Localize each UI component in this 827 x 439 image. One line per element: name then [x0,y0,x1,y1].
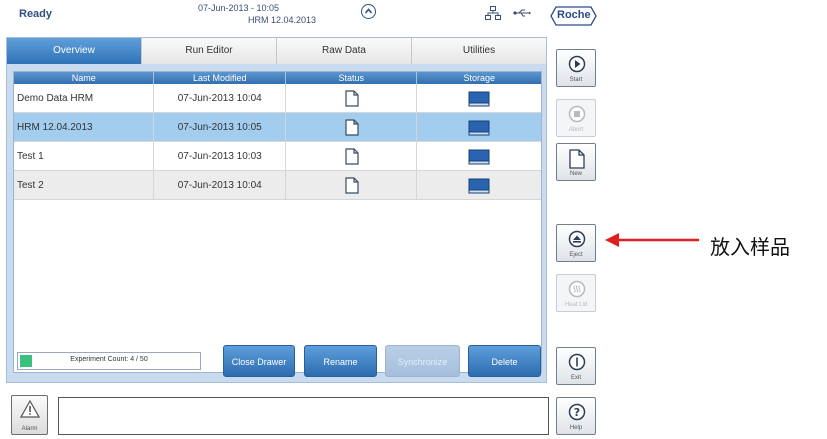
experiment-table: Name Last Modified Status Storage Demo D… [13,71,542,373]
rename-button[interactable]: Rename [304,345,377,377]
datetime-text: 07-Jun-2013 - 10:05 [198,3,280,13]
experiment-count-bar: Experiment Count: 4 / 50 [17,352,201,370]
close-drawer-button[interactable]: Close Drawer [223,345,295,377]
main-panel: Overview Run Editor Raw Data Utilities N… [6,37,547,383]
eject-label: Eject [569,252,583,258]
power-icon [568,353,586,371]
book-icon [468,91,490,107]
experiment-count-label: Experiment Count: 4 / 50 [70,356,148,363]
help-label: Help [569,425,583,431]
cell-storage [417,171,541,200]
help-icon: ? [568,403,586,421]
document-icon [345,90,359,107]
column-header-status[interactable]: Status [286,72,418,84]
usb-icon [513,9,531,17]
heat-lid-label: Heat Lid [564,302,588,308]
alarm-label: Alarm [21,426,38,432]
column-header-name[interactable]: Name [14,72,155,84]
tab-bar: Overview Run Editor Raw Data Utilities [7,38,546,64]
roche-logo: Roche [550,6,597,26]
synchronize-button[interactable]: Synchronize [385,345,460,377]
delete-button[interactable]: Delete [468,345,541,377]
table-row[interactable]: Test 2 07-Jun-2013 10:04 [14,171,541,200]
document-icon [345,119,359,136]
cell-status [286,113,418,142]
column-header-last-modified[interactable]: Last Modified [154,72,286,84]
document-icon [345,148,359,165]
up-arrow-icon[interactable] [361,4,376,19]
start-button[interactable]: Start [556,49,596,87]
abort-label: Abort [568,127,584,133]
cell-last-modified: 07-Jun-2013 10:04 [154,84,286,113]
cell-status [286,171,418,200]
cell-last-modified: 07-Jun-2013 10:05 [154,113,286,142]
column-header-storage[interactable]: Storage [417,72,541,84]
cell-name: HRM 12.04.2013 [14,113,155,142]
new-document-icon [569,149,585,169]
cell-name: Demo Data HRM [14,84,155,113]
table-header: Name Last Modified Status Storage [14,72,541,84]
svg-text:?: ? [574,406,580,419]
alarm-button[interactable]: Alarm [11,395,48,435]
cell-storage [417,113,541,142]
network-icon [485,6,501,20]
cell-last-modified: 07-Jun-2013 10:03 [154,142,286,171]
cell-status [286,142,418,171]
new-label: New [569,171,582,177]
new-button[interactable]: New [556,143,596,181]
heat-icon [568,280,586,298]
eject-button[interactable]: Eject [556,224,596,262]
cell-storage [417,84,541,113]
document-icon [345,177,359,194]
cell-name: Test 1 [14,142,155,171]
tab-raw-data[interactable]: Raw Data [277,38,412,64]
tab-utilities[interactable]: Utilities [412,38,546,64]
stop-icon [568,105,586,123]
eject-icon [568,230,586,248]
cell-storage [417,142,541,171]
logo-text: Roche [557,9,591,21]
start-label: Start [569,77,583,83]
book-icon [468,120,490,136]
help-button[interactable]: ? Help [556,397,596,435]
table-row[interactable]: Demo Data HRM 07-Jun-2013 10:04 [14,84,541,113]
warning-icon [20,400,40,418]
cell-last-modified: 07-Jun-2013 10:04 [154,171,286,200]
table-row[interactable]: HRM 12.04.2013 07-Jun-2013 10:05 [14,113,541,142]
annotation-arrow-icon [605,233,699,247]
exit-label: Exit [570,375,581,381]
play-icon [568,55,586,73]
book-icon [468,178,490,194]
cell-name: Test 2 [14,171,155,200]
status-text: Ready [19,8,53,20]
tab-run-editor[interactable]: Run Editor [142,38,277,64]
book-icon [468,149,490,165]
tab-overview[interactable]: Overview [7,38,142,64]
heat-lid-button[interactable]: Heat Lid [556,274,596,312]
cell-status [286,84,418,113]
abort-button[interactable]: Abort [556,99,596,137]
message-box [58,397,549,435]
annotation-text: 放入样品 [710,235,790,259]
exit-button[interactable]: Exit [556,347,596,385]
current-run-text: HRM 12.04.2013 [248,15,317,25]
table-row[interactable]: Test 1 07-Jun-2013 10:03 [14,142,541,171]
